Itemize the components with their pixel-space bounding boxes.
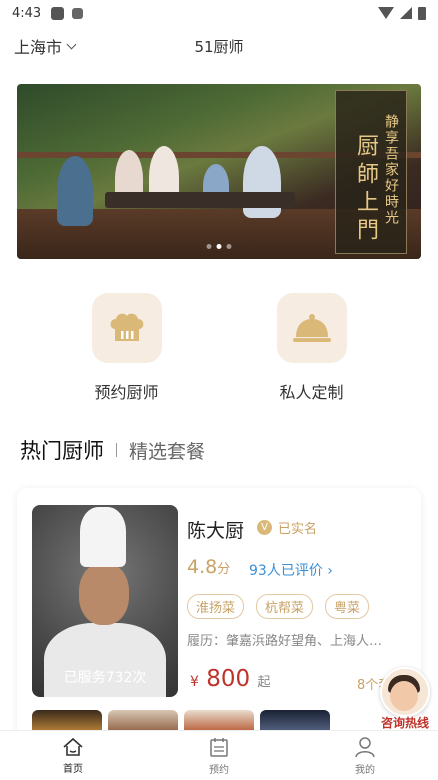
app-notification-icon [72, 7, 84, 19]
cuisine-tag: 粤菜 [325, 594, 370, 619]
banner-slogan-main: 厨師上門 [353, 134, 378, 246]
carousel-dot-active[interactable] [216, 244, 222, 249]
price-unit: 起 [257, 675, 271, 690]
home-icon [63, 737, 83, 756]
signal-icon [400, 7, 412, 19]
banner-slogan-sub: 静享吾家好時光 [383, 114, 399, 226]
book-chef-label: 预约厨师 [94, 383, 159, 402]
rating-value: 4.8 [187, 556, 218, 578]
chef-card[interactable]: 已服务732次 陈大厨 V 已实名 4.8分 93人已评价 › 淮扬菜 杭帮菜 … [17, 488, 421, 738]
nav-home[interactable]: 首页 [33, 737, 113, 775]
top-bar: 上海市 51厨师 [0, 26, 438, 66]
bottom-nav: 首页 预约 我的 [0, 730, 438, 780]
nav-booking-label: 预约 [209, 764, 229, 776]
calendar-icon [210, 737, 228, 757]
status-time: 4:43 [12, 5, 42, 21]
promo-banner[interactable]: 厨師上門 静享吾家好時光 [17, 84, 421, 259]
section-tabs: 热门厨师 精选套餐 [20, 435, 418, 465]
verified-status: V 已实名 [257, 518, 317, 537]
nav-profile[interactable]: 我的 [325, 736, 405, 776]
city-selector[interactable]: 上海市 [14, 34, 77, 58]
chef-history: 履历：肇嘉浜路好望角、上海人… [187, 634, 383, 649]
hotline-button[interactable]: 咨询热线 [372, 665, 438, 731]
notification-icon [51, 6, 65, 20]
chef-photo: 已服务732次 [32, 505, 178, 697]
service-shortcuts: 预约厨师 私人定制 [0, 293, 438, 403]
chef-hat-icon [91, 293, 162, 363]
battery-icon [418, 6, 426, 20]
cloche-icon [276, 293, 347, 363]
cuisine-tag: 杭帮菜 [256, 594, 314, 619]
carousel-dot[interactable] [206, 244, 212, 249]
verified-label: 已实名 [278, 522, 318, 537]
rating-unit: 分 [217, 562, 231, 577]
banner-figure [57, 156, 93, 226]
private-custom-label: 私人定制 [279, 383, 344, 402]
tab-divider [116, 443, 117, 457]
price-value: 800 [206, 666, 251, 692]
user-icon [355, 736, 375, 757]
book-chef-button[interactable]: 预约厨师 [91, 293, 162, 403]
chef-name: 陈大厨 [187, 520, 245, 542]
carousel-dot[interactable] [226, 244, 232, 249]
reviews-label: 93人已评价 [249, 563, 323, 579]
banner-table [105, 192, 295, 208]
chevron-down-icon [66, 39, 77, 49]
chef-rating: 4.8分 [187, 556, 230, 578]
private-custom-button[interactable]: 私人定制 [276, 293, 347, 403]
reviews-link[interactable]: 93人已评价 › [249, 560, 333, 580]
carousel-dots [206, 244, 232, 249]
tab-hot-chefs[interactable]: 热门厨师 [20, 435, 104, 465]
price-currency: ¥ [190, 674, 199, 690]
nav-home-label: 首页 [63, 763, 83, 775]
verified-badge-icon: V [257, 520, 272, 535]
nav-profile-label: 我的 [355, 764, 375, 776]
hotline-label: 咨询热线 [380, 716, 429, 730]
chef-price: ¥ 800 起 [190, 666, 270, 692]
city-label: 上海市 [14, 38, 63, 57]
tab-featured-packages[interactable]: 精选套餐 [129, 437, 205, 464]
chevron-right-icon: › [327, 563, 333, 579]
nav-booking[interactable]: 预约 [179, 736, 259, 776]
status-bar: 4:43 [0, 0, 438, 26]
served-count: 已服务732次 [63, 670, 147, 686]
cuisine-tags: 淮扬菜 杭帮菜 粤菜 [187, 594, 370, 619]
cuisine-tag: 淮扬菜 [187, 594, 245, 619]
wifi-icon [378, 7, 394, 19]
